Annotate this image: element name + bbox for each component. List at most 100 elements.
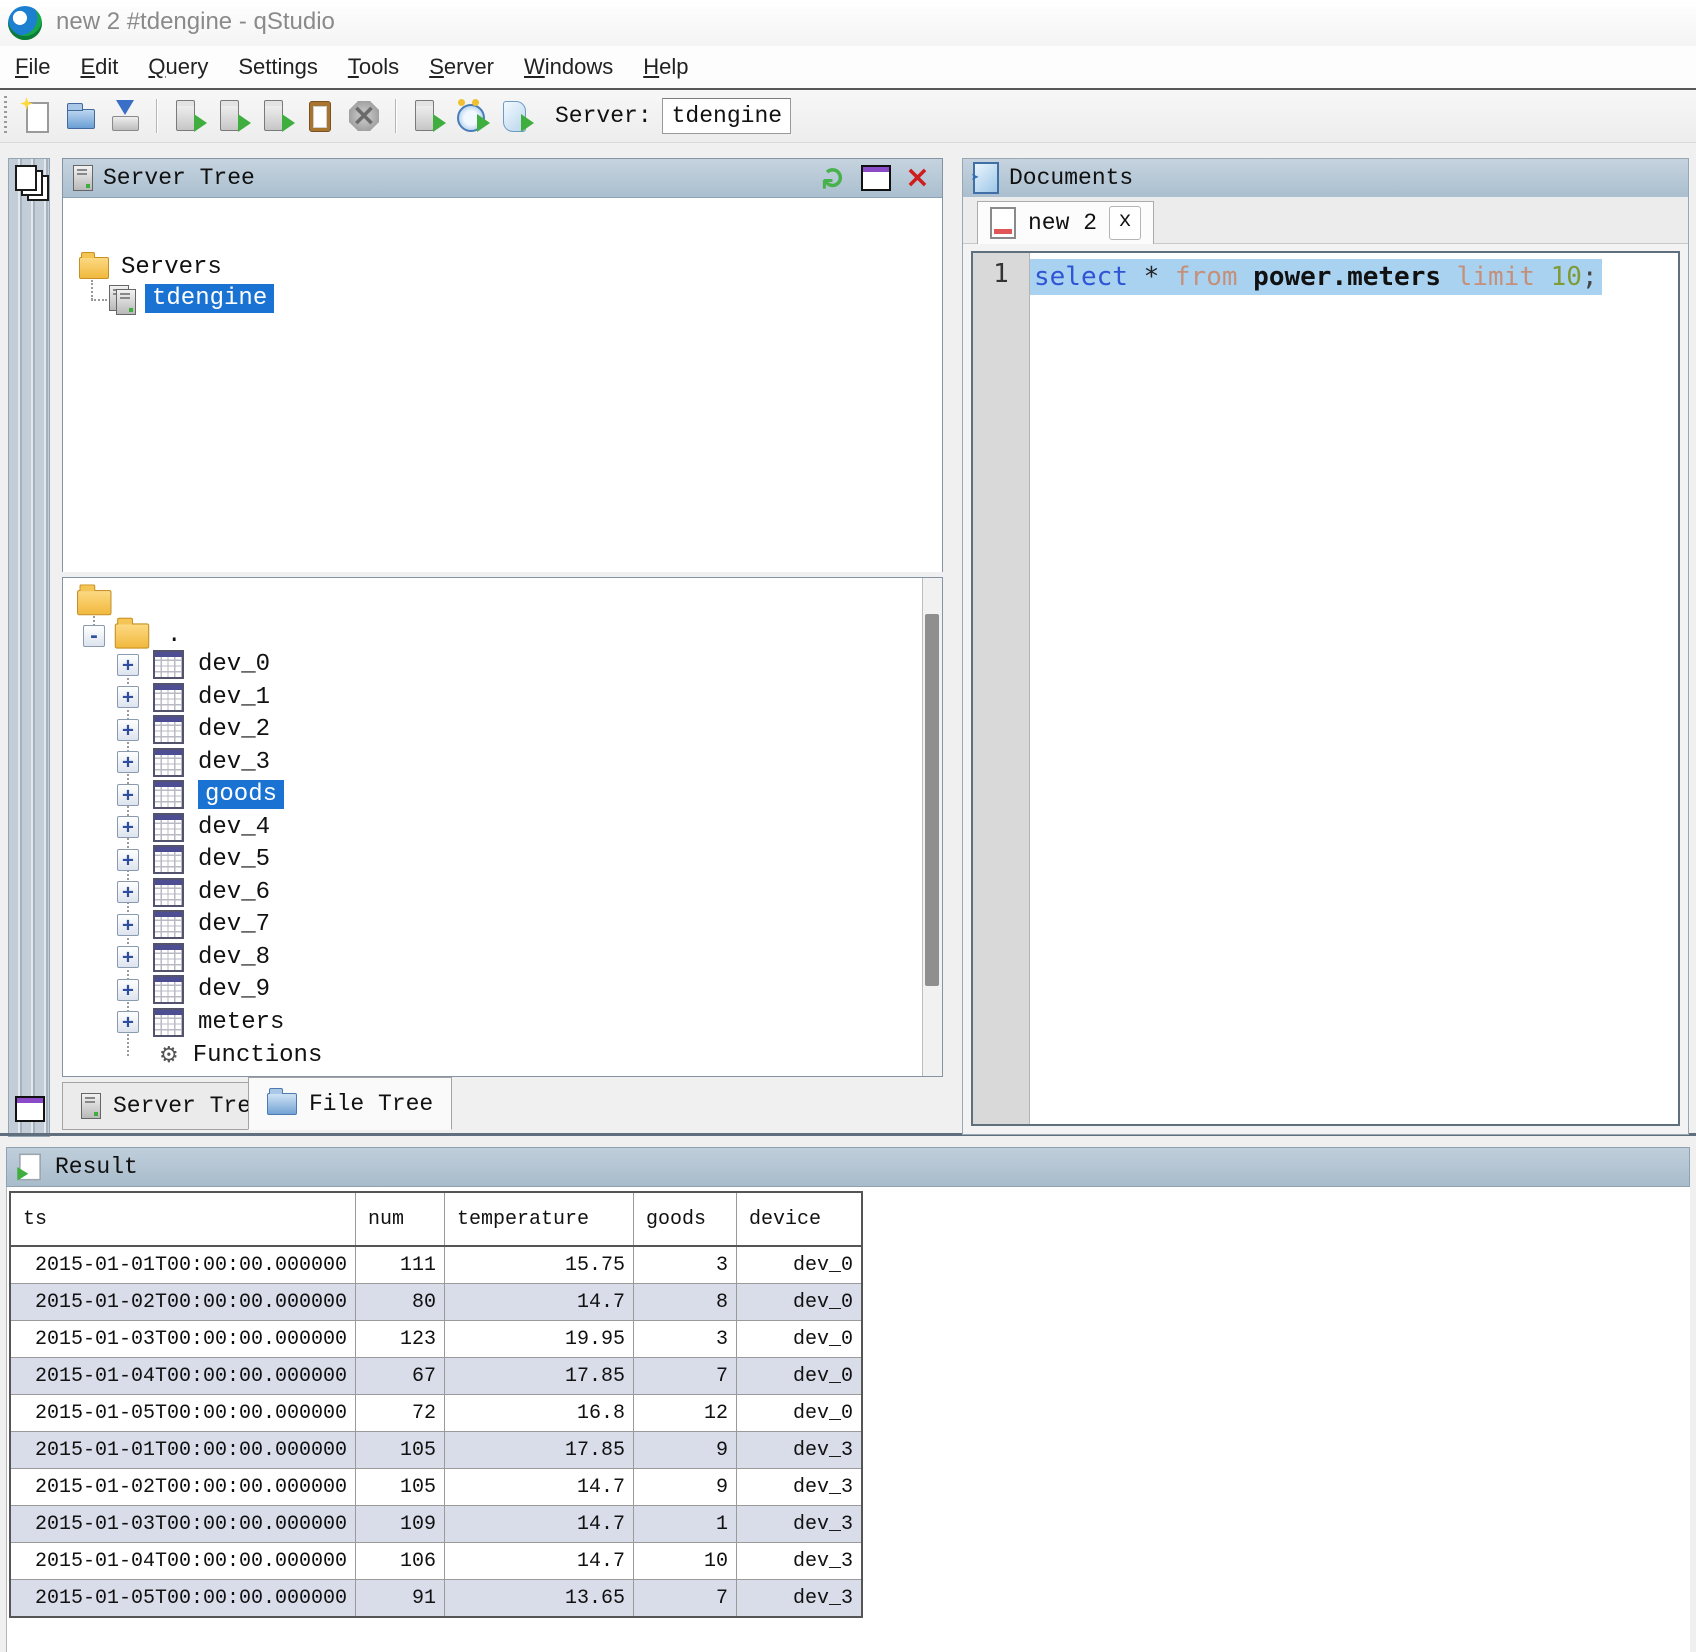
expand-icon[interactable]: + bbox=[117, 849, 139, 871]
expand-icon[interactable]: + bbox=[117, 686, 139, 708]
server-selector[interactable]: tdengine bbox=[662, 98, 791, 134]
menu-windows[interactable]: Windows bbox=[509, 50, 628, 84]
server-tree-panel: Server Tree Servers tdengine bbox=[62, 158, 943, 572]
table-icon bbox=[153, 910, 184, 939]
tree-node-dot[interactable]: - . bbox=[83, 622, 181, 649]
expand-icon[interactable]: + bbox=[117, 914, 139, 936]
tree-node-label: goods bbox=[198, 780, 284, 809]
execute-query-button[interactable] bbox=[168, 96, 208, 136]
tree-node-meters[interactable]: + meters bbox=[63, 1009, 284, 1036]
scrollbar-thumb[interactable] bbox=[925, 614, 939, 986]
stop-query-button[interactable] bbox=[344, 96, 384, 136]
table-row[interactable]: 2015-01-05T00:00:00.0000009113.657dev_3 bbox=[10, 1580, 862, 1618]
sql-token: 10 bbox=[1551, 262, 1582, 292]
sql-token: power.meters bbox=[1253, 262, 1457, 292]
table-cell: 72 bbox=[356, 1395, 445, 1432]
menu-tools[interactable]: Tools bbox=[333, 50, 414, 84]
table-row[interactable]: 2015-01-04T00:00:00.0000006717.857dev_0 bbox=[10, 1358, 862, 1395]
expand-icon[interactable]: + bbox=[117, 751, 139, 773]
tree-node-dev_3[interactable]: + dev_3 bbox=[63, 749, 270, 776]
table-cell: 19.95 bbox=[445, 1321, 634, 1358]
vertical-scrollbar[interactable] bbox=[922, 578, 942, 1076]
table-row[interactable]: 2015-01-03T00:00:00.00000010914.71dev_3 bbox=[10, 1506, 862, 1543]
sql-code-line[interactable]: select * from power.meters limit 10; bbox=[1030, 257, 1602, 297]
menu-file[interactable]: File bbox=[0, 50, 65, 84]
menu-edit[interactable]: Edit bbox=[65, 50, 133, 84]
tree-node-dev_0[interactable]: + dev_0 bbox=[63, 651, 270, 678]
table-row[interactable]: 2015-01-01T00:00:00.00000011115.753dev_0 bbox=[10, 1246, 862, 1284]
root-folder-icon[interactable] bbox=[77, 590, 112, 615]
refresh-icon[interactable] bbox=[817, 165, 851, 190]
expand-icon[interactable]: + bbox=[117, 946, 139, 968]
table-row[interactable]: 2015-01-03T00:00:00.00000012319.953dev_0 bbox=[10, 1321, 862, 1358]
tree-node-dev_6[interactable]: + dev_6 bbox=[63, 879, 270, 906]
execute-selection-button[interactable] bbox=[256, 96, 296, 136]
expand-icon[interactable]: + bbox=[117, 816, 139, 838]
column-header-num[interactable]: num bbox=[356, 1192, 445, 1246]
tree-node-dev_2[interactable]: + dev_2 bbox=[63, 716, 270, 743]
column-header-ts[interactable]: ts bbox=[10, 1192, 356, 1246]
new-document-button[interactable] bbox=[17, 96, 57, 136]
menu-help[interactable]: Help bbox=[628, 50, 703, 84]
result-panel: Result tsnumtemperaturegoodsdevice 2015-… bbox=[0, 1140, 1696, 1652]
tree-node-functions[interactable]: Functions bbox=[63, 1042, 322, 1069]
sql-editor[interactable]: 1 select * from power.meters limit 10; bbox=[971, 251, 1680, 1126]
refresh-query-button[interactable] bbox=[451, 96, 491, 136]
server-selector-label: Server: bbox=[555, 103, 652, 129]
modified-document-icon bbox=[990, 207, 1016, 239]
run-script-button[interactable] bbox=[495, 96, 535, 136]
expand-icon[interactable]: + bbox=[117, 719, 139, 741]
tab-label: File Tree bbox=[309, 1091, 433, 1117]
table-row[interactable]: 2015-01-04T00:00:00.00000010614.710dev_3 bbox=[10, 1543, 862, 1580]
tree-node-servers[interactable]: Servers bbox=[79, 254, 222, 281]
close-tab-button[interactable]: x bbox=[1109, 206, 1141, 240]
result-icon bbox=[19, 1153, 41, 1180]
tree-node-dev_8[interactable]: + dev_8 bbox=[63, 944, 270, 971]
maximize-window-icon[interactable] bbox=[861, 165, 891, 191]
menu-query[interactable]: Query bbox=[133, 50, 223, 84]
table-row[interactable]: 2015-01-01T00:00:00.00000010517.859dev_3 bbox=[10, 1432, 862, 1469]
expand-icon[interactable]: + bbox=[117, 1011, 139, 1033]
tree-node-goods[interactable]: + goods bbox=[63, 781, 284, 808]
table-cell: 2015-01-05T00:00:00.000000 bbox=[10, 1580, 356, 1618]
save-button[interactable] bbox=[105, 96, 145, 136]
toolbar-grip[interactable] bbox=[4, 96, 7, 136]
collapsed-panel-strip[interactable] bbox=[8, 158, 50, 1137]
tab-file-tree[interactable]: File Tree bbox=[248, 1077, 452, 1130]
table-icon bbox=[153, 715, 184, 744]
expand-icon[interactable]: + bbox=[117, 654, 139, 676]
open-file-button[interactable] bbox=[61, 96, 101, 136]
tree-node-label: Functions bbox=[193, 1042, 323, 1069]
column-header-goods[interactable]: goods bbox=[634, 1192, 737, 1246]
result-table[interactable]: tsnumtemperaturegoodsdevice 2015-01-01T0… bbox=[9, 1191, 863, 1618]
send-query-button[interactable] bbox=[407, 96, 447, 136]
table-cell: 67 bbox=[356, 1358, 445, 1395]
tree-node-dev_5[interactable]: + dev_5 bbox=[63, 846, 270, 873]
table-cell: dev_3 bbox=[737, 1580, 863, 1618]
paste-button[interactable] bbox=[300, 96, 340, 136]
tree-node-dev_4[interactable]: + dev_4 bbox=[63, 814, 270, 841]
close-icon[interactable] bbox=[905, 163, 930, 193]
tree-node-dev_7[interactable]: + dev_7 bbox=[63, 911, 270, 938]
tree-node-dev_1[interactable]: + dev_1 bbox=[63, 684, 270, 711]
tree-node-tdengine[interactable]: tdengine bbox=[109, 284, 274, 313]
expand-icon[interactable]: + bbox=[117, 784, 139, 806]
table-row[interactable]: 2015-01-02T00:00:00.0000008014.78dev_0 bbox=[10, 1284, 862, 1321]
table-icon bbox=[153, 650, 184, 679]
expand-icon[interactable]: + bbox=[117, 979, 139, 1001]
execute-line-button[interactable] bbox=[212, 96, 252, 136]
table-row[interactable]: 2015-01-05T00:00:00.0000007216.812dev_0 bbox=[10, 1395, 862, 1432]
restore-window-icon[interactable] bbox=[15, 1096, 45, 1122]
column-header-temperature[interactable]: temperature bbox=[445, 1192, 634, 1246]
expand-icon[interactable]: + bbox=[117, 881, 139, 903]
collapse-icon[interactable]: - bbox=[83, 625, 105, 647]
run-query-icon bbox=[215, 99, 249, 133]
tree-node-dev_9[interactable]: + dev_9 bbox=[63, 976, 270, 1003]
tab-new-2[interactable]: new 2 x bbox=[977, 201, 1154, 244]
menu-settings[interactable]: Settings bbox=[223, 50, 333, 84]
table-row[interactable]: 2015-01-02T00:00:00.00000010514.79dev_3 bbox=[10, 1469, 862, 1506]
stacked-pages-icon[interactable] bbox=[15, 165, 37, 191]
table-cell: 7 bbox=[634, 1580, 737, 1618]
column-header-device[interactable]: device bbox=[737, 1192, 863, 1246]
menu-server[interactable]: Server bbox=[414, 50, 509, 84]
